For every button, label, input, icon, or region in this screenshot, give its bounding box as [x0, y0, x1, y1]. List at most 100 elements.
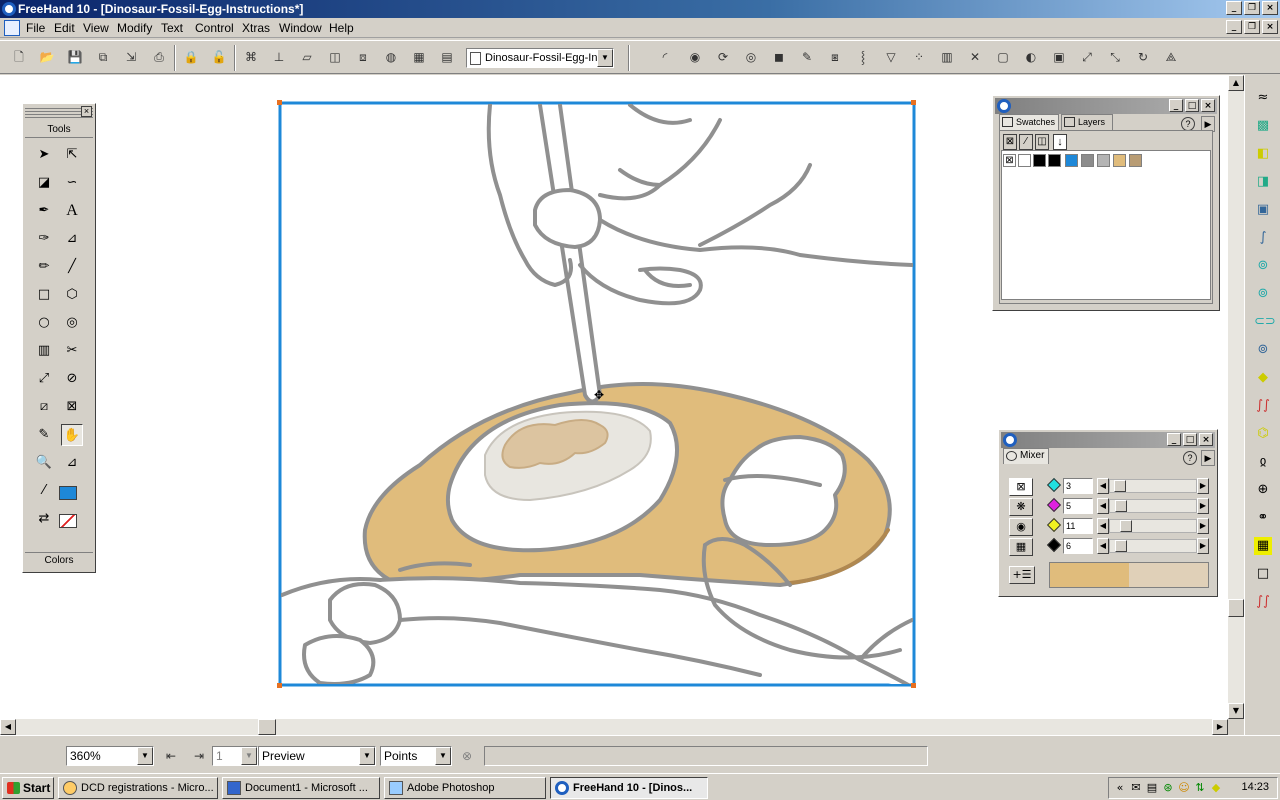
tools-close-icon[interactable]: ×: [81, 106, 92, 117]
wave-icon[interactable]: ≈: [1254, 89, 1272, 107]
yellow-slider[interactable]: [1109, 519, 1197, 533]
smudge-icon[interactable]: ⁘: [910, 48, 928, 66]
cyan-slider-knob[interactable]: [1114, 480, 1126, 492]
scale-tool-icon[interactable]: ⤢: [33, 368, 55, 390]
hls-mode-icon[interactable]: ◉: [1009, 518, 1033, 536]
export-icon[interactable]: ⇲: [122, 48, 140, 66]
task-freehand[interactable]: FreeHand 10 - [Dinos...: [550, 777, 708, 799]
frame-icon[interactable]: ▢: [994, 48, 1012, 66]
doc-close-button[interactable]: ×: [1262, 20, 1278, 34]
next-page-icon[interactable]: ⇥: [190, 747, 208, 765]
chevron-down-icon[interactable]: ▼: [597, 49, 613, 67]
eyedropper-icon[interactable]: ✎: [798, 48, 816, 66]
scroll-left-icon[interactable]: ◀: [0, 719, 16, 735]
cmyk-mode-icon[interactable]: ⊠: [1009, 478, 1033, 496]
black-slider-knob[interactable]: [1115, 540, 1127, 552]
network-icon[interactable]: ▤: [1145, 781, 1159, 795]
import-icon[interactable]: ⧉: [94, 48, 112, 66]
new-file-icon[interactable]: 🗋: [10, 48, 28, 66]
reflect-tool-icon[interactable]: ⊿: [61, 452, 83, 474]
none-swatch[interactable]: ⊠: [1003, 154, 1016, 167]
mixer-title-bar[interactable]: _ □ ×: [1001, 432, 1215, 448]
restore-button[interactable]: ❐: [1244, 1, 1260, 15]
chart-tool-icon[interactable]: ▥: [33, 340, 55, 362]
magenta-right-arrow[interactable]: ▶: [1197, 498, 1209, 514]
mixer-close-button[interactable]: ×: [1199, 433, 1213, 446]
color-palette-icon[interactable]: ◍: [382, 48, 400, 66]
horizontal-scroll-thumb[interactable]: [258, 719, 276, 735]
swatch-gray-light[interactable]: [1097, 154, 1110, 167]
polygon-tool-icon[interactable]: ⬡: [61, 284, 83, 306]
cyan-slider[interactable]: [1109, 479, 1197, 493]
shadow-square-icon[interactable]: □: [1254, 565, 1272, 583]
black-left-arrow[interactable]: ◀: [1097, 538, 1109, 554]
lock-icon[interactable]: 🔒: [182, 48, 200, 66]
black-field[interactable]: 6: [1063, 538, 1093, 554]
lasso-tool-icon[interactable]: ∽: [61, 172, 83, 194]
divide-icon[interactable]: ⊚: [1254, 285, 1272, 303]
horizontal-scrollbar[interactable]: ◀ ▶: [0, 719, 1228, 735]
both-mode-icon[interactable]: ◫: [1035, 134, 1049, 150]
split-icon[interactable]: ∫: [1254, 229, 1272, 247]
group-icon[interactable]: ⌘: [242, 48, 260, 66]
open-folder-icon[interactable]: 📂: [38, 48, 56, 66]
menu-edit[interactable]: Edit: [54, 21, 75, 35]
text-tool-icon[interactable]: A: [61, 200, 83, 222]
swatch-black[interactable]: [1048, 154, 1061, 167]
zoom-tool-icon[interactable]: 🔍: [33, 452, 55, 474]
arc-icon[interactable]: ◜: [656, 48, 674, 66]
menu-modify[interactable]: Modify: [117, 21, 152, 35]
swatches-title-bar[interactable]: _ □ ×: [995, 98, 1217, 114]
chevron-down-icon[interactable]: ▼: [435, 747, 451, 765]
arrow-down-icon[interactable]: ↓: [1053, 134, 1067, 150]
envelope-icon[interactable]: ▽: [882, 48, 900, 66]
stroke-mode-icon[interactable]: ⁄: [1019, 134, 1033, 150]
previous-page-icon[interactable]: ⇤: [162, 747, 180, 765]
menu-window[interactable]: Window: [279, 21, 322, 35]
cyan-right-arrow[interactable]: ▶: [1197, 478, 1209, 494]
cyan-left-arrow[interactable]: ◀: [1097, 478, 1109, 494]
subselect-tool-icon[interactable]: ⇱: [61, 144, 83, 166]
doc-minimize-button[interactable]: _: [1226, 20, 1242, 34]
rotate-tool-icon[interactable]: ⊘: [61, 368, 83, 390]
roughen-path-icon[interactable]: ∫∫: [1254, 397, 1272, 415]
expand-stroke-icon[interactable]: ⊚: [1254, 341, 1272, 359]
fill-color-swatch[interactable]: [59, 486, 77, 500]
mail-icon[interactable]: ✉: [1129, 781, 1143, 795]
task-document1[interactable]: Document1 - Microsoft ...: [222, 777, 380, 799]
sync-icon[interactable]: ⇅: [1193, 781, 1207, 795]
eyedropper-tool-icon[interactable]: ✒: [33, 200, 55, 222]
text-editor-icon[interactable]: ◫: [326, 48, 344, 66]
library-icon[interactable]: ▤: [438, 48, 456, 66]
scroll-down-icon[interactable]: ▼: [1228, 703, 1244, 719]
yellow-left-arrow[interactable]: ◀: [1097, 518, 1109, 534]
tab-mixer[interactable]: Mixer: [1003, 448, 1049, 464]
perspective-icon[interactable]: ⟁: [1162, 48, 1180, 66]
fisheye-icon[interactable]: ◉: [686, 48, 704, 66]
minimize-button[interactable]: _: [1226, 1, 1242, 15]
swatch-tan[interactable]: [1113, 154, 1126, 167]
view-mode-select[interactable]: Preview ▼: [258, 746, 376, 766]
shadow-icon[interactable]: ◼: [770, 48, 788, 66]
blend-path-icon[interactable]: ⌬: [1254, 425, 1272, 443]
connector-icon[interactable]: ⤡: [1106, 48, 1124, 66]
swatches-close-button[interactable]: ×: [1201, 99, 1215, 112]
panel-menu-arrow-icon[interactable]: ▶: [1201, 450, 1215, 466]
menu-help[interactable]: Help: [329, 21, 354, 35]
resize-icon[interactable]: ⤢: [1078, 48, 1096, 66]
yellow-field[interactable]: 11: [1063, 518, 1093, 534]
swatch-blue[interactable]: [1065, 154, 1078, 167]
tab-swatches[interactable]: Swatches: [999, 114, 1059, 130]
freehand-app-icon[interactable]: [2, 2, 16, 16]
menu-view[interactable]: View: [83, 21, 109, 35]
target-icon[interactable]: ⊕: [1254, 481, 1272, 499]
layers-icon[interactable]: ⧈: [354, 48, 372, 66]
chevron-down-icon[interactable]: ▼: [241, 747, 257, 765]
freeform-tool-icon[interactable]: ⊠: [61, 396, 83, 418]
simplify-icon[interactable]: ჲ: [1254, 453, 1272, 471]
rgb-mode-icon[interactable]: ❋: [1009, 498, 1033, 516]
graph-icon[interactable]: ▥: [938, 48, 956, 66]
help-icon[interactable]: ?: [1181, 117, 1195, 131]
pointer-tool-icon[interactable]: ➤: [33, 144, 55, 166]
magenta-slider[interactable]: [1109, 499, 1197, 513]
